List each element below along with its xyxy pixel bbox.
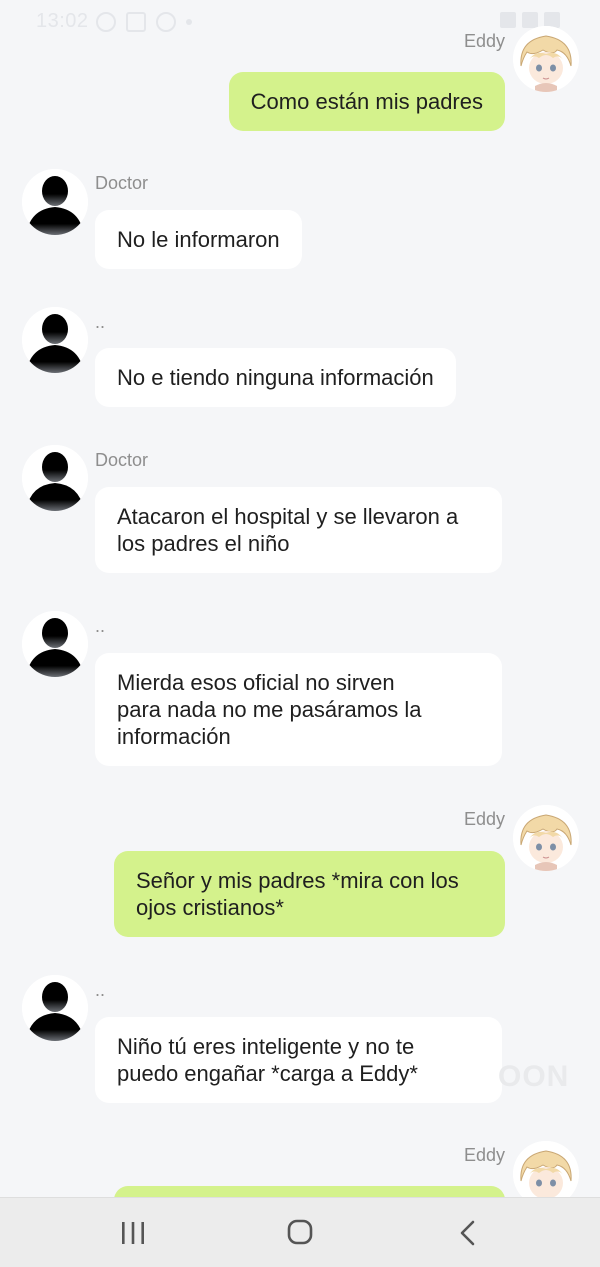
recent-apps-icon[interactable] <box>113 1218 153 1248</box>
doctor-avatar[interactable] <box>22 169 88 235</box>
message-bubble[interactable]: Mierda esos oficial no sirven para nada … <box>95 653 502 766</box>
sender-name: Eddy <box>463 1145 505 1165</box>
sender-name: .. <box>95 980 106 1000</box>
sender-name: Doctor <box>95 450 149 470</box>
home-icon[interactable] <box>280 1218 320 1248</box>
eddy-avatar[interactable] <box>513 1141 579 1197</box>
watermark: OON <box>498 1060 570 1093</box>
sender-name: Doctor <box>95 173 149 193</box>
doctor-avatar[interactable] <box>22 611 88 677</box>
navigation-bar <box>0 1197 600 1267</box>
sender-name: .. <box>95 616 106 636</box>
message-bubble[interactable]: Señor y mis padres *mira con los ojos cr… <box>114 851 505 937</box>
doctor-avatar[interactable] <box>22 975 88 1041</box>
message-bubble[interactable]: Niño tú eres inteligente y no te puedo e… <box>95 1017 502 1103</box>
eddy-avatar[interactable] <box>513 805 579 871</box>
back-icon[interactable] <box>448 1218 488 1248</box>
sender-name: Eddy <box>463 31 505 51</box>
message-bubble[interactable]: No e tiendo ninguna información <box>95 348 456 407</box>
doctor-avatar[interactable] <box>22 307 88 373</box>
message-bubble[interactable]: No le informaron <box>95 210 302 269</box>
sender-name: .. <box>95 312 106 332</box>
message-bubble[interactable]: Atacaron el hospital y se llevaron a los… <box>95 487 502 573</box>
eddy-avatar[interactable] <box>513 26 579 92</box>
doctor-avatar[interactable] <box>22 445 88 511</box>
message-bubble[interactable] <box>114 1186 505 1197</box>
message-bubble[interactable]: Como están mis padres <box>228 72 505 131</box>
sender-name: Eddy <box>463 809 505 829</box>
chat-area[interactable]: Eddy Como están mis padres Doctor No le … <box>0 0 600 1197</box>
